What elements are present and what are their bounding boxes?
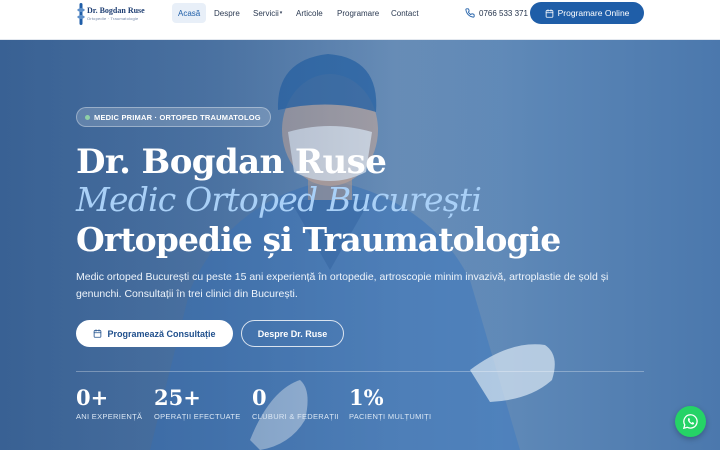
nav-articles[interactable]: Articole bbox=[290, 3, 329, 23]
site-header: Dr. Bogdan Ruse Ortopedie · Traumatologi… bbox=[0, 0, 720, 40]
stat-operations: 25+ OPERAȚII EFECTUATE bbox=[154, 385, 241, 422]
calendar-icon bbox=[545, 8, 553, 18]
logo-name: Dr. Bogdan Ruse bbox=[87, 6, 145, 15]
online-appointment-label: Programare Online bbox=[557, 8, 630, 18]
stat-clubs: 0 CLUBURI & FEDERAȚII bbox=[252, 385, 339, 422]
nav-home-label: Acasă bbox=[178, 8, 201, 18]
whatsapp-button[interactable] bbox=[675, 406, 706, 437]
status-dot-icon bbox=[85, 114, 90, 120]
logo-icon bbox=[77, 3, 85, 25]
nav-about-label: Despre bbox=[214, 8, 240, 18]
nav-services[interactable]: Servicii ▾ bbox=[247, 3, 288, 23]
specialty-badge-label: MEDIC PRIMAR · ORTOPED TRAUMATOLOG bbox=[94, 112, 261, 122]
stat-satisfaction: 1% PACIENȚI MULȚUMIȚI bbox=[349, 385, 432, 422]
stat-value: 25+ bbox=[154, 385, 201, 410]
nav-articles-label: Articole bbox=[296, 8, 323, 18]
chevron-down-icon: ▾ bbox=[279, 10, 283, 16]
online-appointment-button[interactable]: Programare Online bbox=[530, 2, 644, 24]
whatsapp-icon bbox=[682, 414, 698, 430]
nav-appointment-label: Programare bbox=[337, 8, 380, 18]
stat-label: PACIENȚI MULȚUMIȚI bbox=[349, 412, 432, 421]
stat-label: CLUBURI & FEDERAȚII bbox=[252, 412, 339, 421]
nav-contact-label: Contact bbox=[391, 8, 419, 18]
stat-experience: 0+ ANI EXPERIENȚĂ bbox=[76, 385, 143, 422]
phone-link[interactable]: 0766 533 371 bbox=[465, 3, 528, 23]
stats-divider bbox=[76, 371, 644, 372]
phone-number: 0766 533 371 bbox=[479, 8, 528, 18]
book-consultation-label: Programează Consultație bbox=[107, 328, 216, 339]
calendar-icon bbox=[94, 329, 102, 338]
hero-description: Medic ortoped București cu peste 15 ani … bbox=[76, 271, 609, 300]
phone-icon bbox=[465, 8, 475, 18]
logo[interactable]: Dr. Bogdan Ruse Ortopedie · Traumatologi… bbox=[76, 2, 146, 28]
stat-value: 1% bbox=[349, 385, 384, 410]
stat-value: 0 bbox=[252, 385, 267, 410]
hero-title-specialty: Ortopedie și Traumatologie bbox=[76, 220, 561, 259]
book-consultation-button[interactable]: Programează Consultație bbox=[76, 320, 233, 347]
stat-label: ANI EXPERIENȚĂ bbox=[76, 412, 143, 421]
stat-label: OPERAȚII EFECTUATE bbox=[154, 412, 241, 421]
hero-title-role: Medic Ortoped București bbox=[76, 180, 482, 219]
logo-tagline: Ortopedie · Traumatologie bbox=[87, 16, 139, 21]
nav-home[interactable]: Acasă bbox=[172, 3, 207, 23]
specialty-badge: MEDIC PRIMAR · ORTOPED TRAUMATOLOG bbox=[76, 107, 271, 127]
nav-contact[interactable]: Contact bbox=[385, 3, 425, 23]
hero-title-name: Dr. Bogdan Ruse bbox=[76, 142, 387, 182]
about-doctor-label: Despre Dr. Ruse bbox=[257, 328, 328, 339]
stat-value: 0+ bbox=[76, 385, 109, 410]
about-doctor-button[interactable]: Despre Dr. Ruse bbox=[241, 320, 344, 347]
nav-about[interactable]: Despre bbox=[208, 3, 246, 23]
nav-appointment[interactable]: Programare bbox=[331, 3, 385, 23]
nav-services-label: Servicii bbox=[253, 8, 279, 18]
